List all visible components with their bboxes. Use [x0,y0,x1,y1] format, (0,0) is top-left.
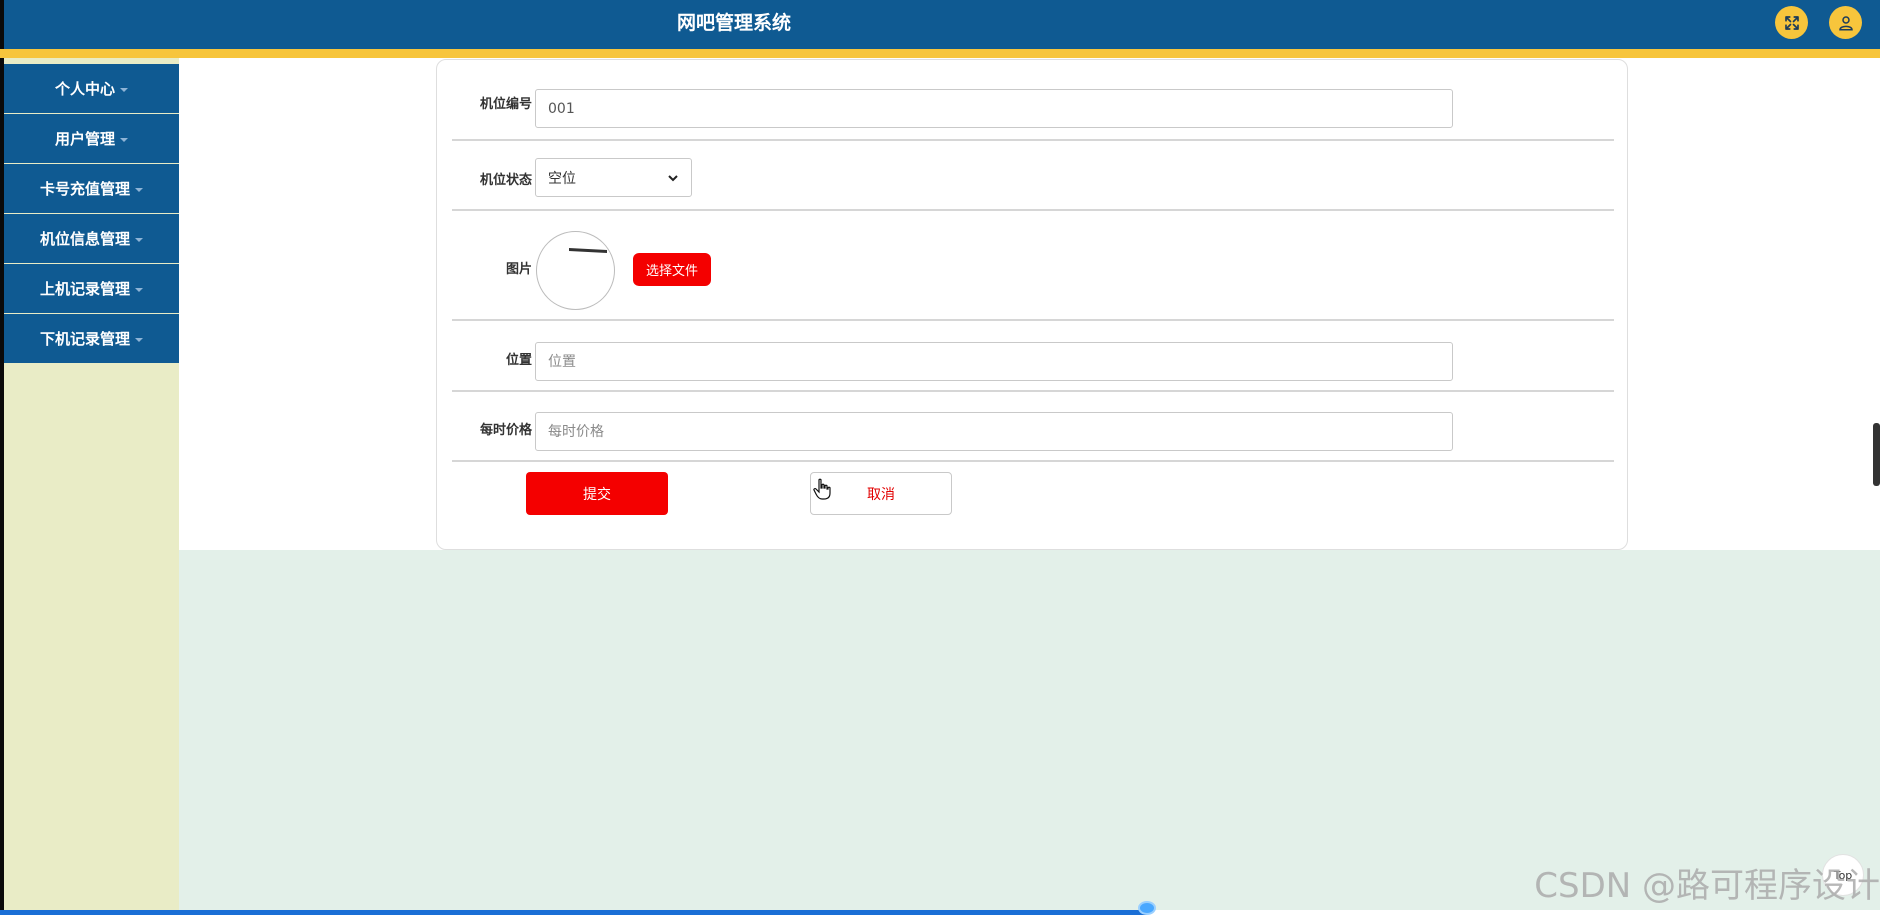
sidebar-item-logout-records[interactable]: 下机记录管理 [4,314,179,363]
image-thumbnail-icon [569,248,607,253]
seat-status-select[interactable]: 空位 [535,158,692,197]
fullscreen-button[interactable] [1775,6,1808,39]
user-button[interactable] [1829,6,1862,39]
form-row-location: 位置 [452,321,1614,392]
sidebar-item-seat-info[interactable]: 机位信息管理 [4,214,179,263]
sidebar-item-label: 下机记录管理 [39,330,130,348]
caret-down-icon [120,137,128,142]
scrollbar-handle[interactable] [1873,423,1880,486]
app-title: 网吧管理系统 [676,12,791,34]
sidebar-item-label: 个人中心 [54,80,115,98]
sidebar-item-login-records[interactable]: 上机记录管理 [4,264,179,313]
cancel-button[interactable]: 取消 [810,472,952,515]
hourly-price-label: 每时价格 [479,423,532,438]
form-row-image: 图片 选择文件 [452,211,1614,321]
location-input[interactable] [535,342,1453,381]
bottom-progress-knob[interactable] [1138,901,1156,915]
bottom-progress-fill [0,910,1147,915]
choose-file-button[interactable]: 选择文件 [633,253,711,286]
sidebar-item-personal-center[interactable]: 个人中心 [4,64,179,113]
seat-status-label: 机位状态 [479,173,532,188]
hourly-price-input[interactable] [535,412,1453,451]
chevron-down-icon [668,174,678,181]
sidebar-item-user-management[interactable]: 用户管理 [4,114,179,163]
seat-form: 机位编号 机位状态 空位 图片 选择文件 位置 每时价格 提交 取消 [436,59,1628,550]
hand-cursor-icon [813,478,831,500]
caret-down-icon [135,187,143,192]
sidebar-item-label: 上机记录管理 [39,280,130,298]
caret-down-icon [135,337,143,342]
sidebar-item-label: 用户管理 [54,130,115,148]
caret-down-icon [120,87,128,92]
header-accent-stripe [0,49,1880,58]
seat-status-selected: 空位 [548,170,576,187]
image-preview [536,231,615,310]
watermark-text: CSDN @路可程序设计 [1534,866,1880,906]
seat-number-input[interactable] [535,89,1453,128]
submit-button[interactable]: 提交 [526,472,668,515]
fullscreen-icon [1784,15,1799,30]
sidebar-item-label: 卡号充值管理 [39,180,130,198]
sidebar: 个人中心 用户管理 卡号充值管理 机位信息管理 上机记录管理 下机记录管理 [0,58,179,915]
top-header: 网吧管理系统 [0,0,1880,49]
form-row-seat-number: 机位编号 [452,60,1614,141]
sidebar-item-label: 机位信息管理 [39,230,130,248]
seat-number-label: 机位编号 [479,97,532,112]
caret-down-icon [135,237,143,242]
form-row-seat-status: 机位状态 空位 [452,141,1614,211]
form-row-hourly-price: 每时价格 [452,392,1614,462]
caret-down-icon [135,287,143,292]
image-label: 图片 [505,262,532,277]
user-icon [1838,15,1853,30]
location-label: 位置 [505,353,532,368]
sidebar-item-card-recharge[interactable]: 卡号充值管理 [4,164,179,213]
